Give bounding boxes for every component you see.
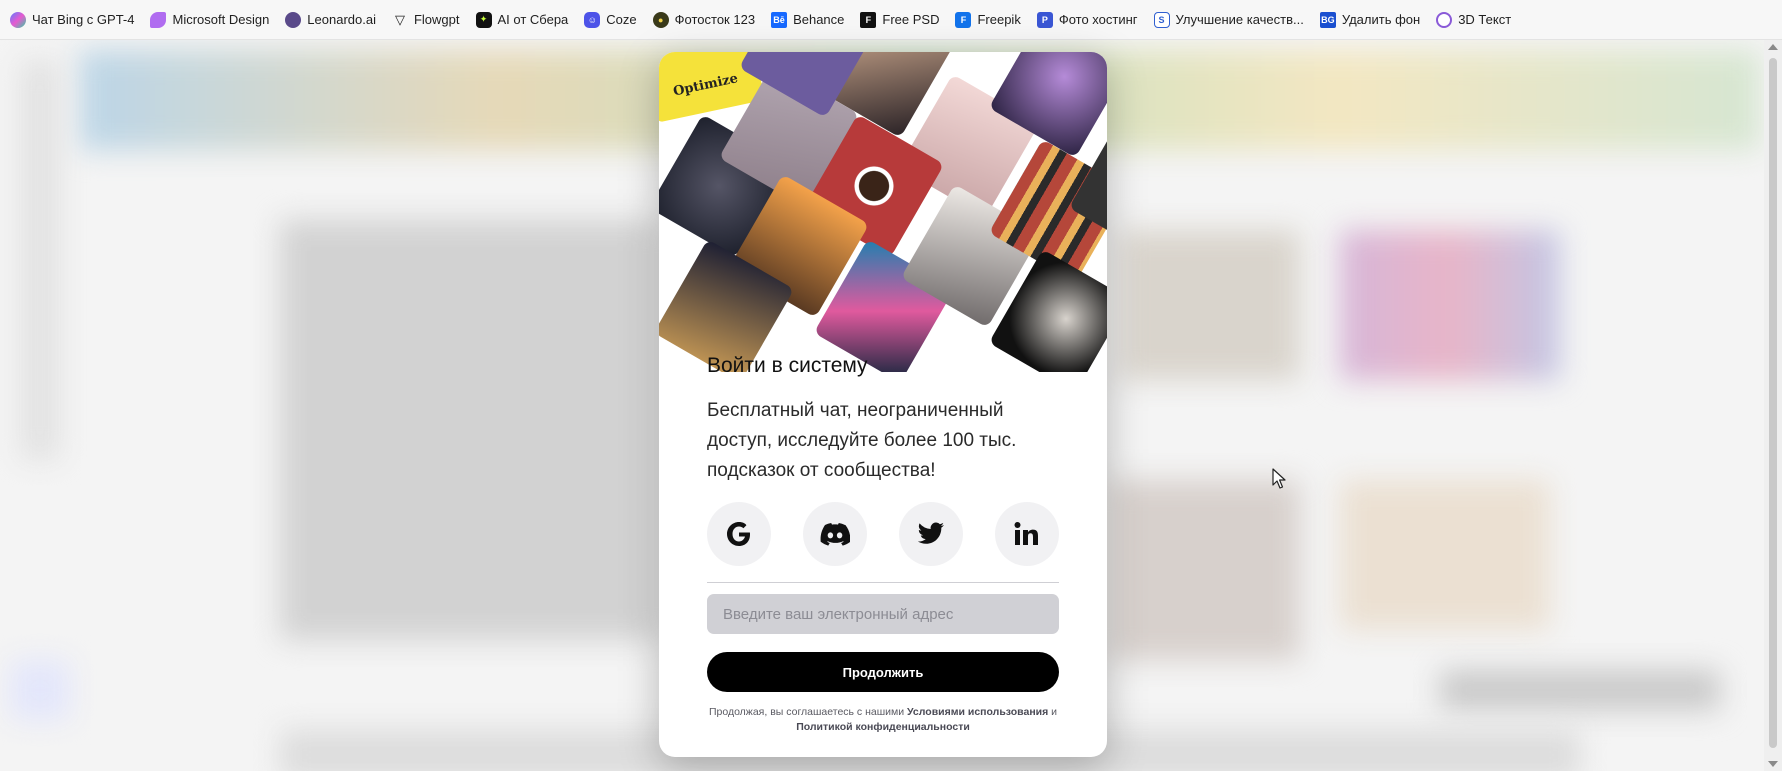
collage-badge-text: Optimize [671,71,740,100]
privacy-policy-link[interactable]: Политикой конфиденциальности [796,721,970,733]
sber-ai-icon: ✦ [475,11,492,28]
scroll-up-icon[interactable] [1768,44,1778,50]
bookmark-coze[interactable]: ☺ Coze [584,6,644,34]
google-login-button[interactable] [707,502,771,566]
bg-sidebar [20,60,60,460]
enhance-icon: S [1153,11,1170,28]
bg-card-4 [1110,480,1300,660]
coze-icon: ☺ [584,11,601,28]
bookmark-bing-chat[interactable]: Чат Bing с GPT-4 [10,6,142,34]
discord-login-button[interactable] [803,502,867,566]
bg-accent [10,660,70,720]
bookmark-photo-hosting[interactable]: P Фото хостинг [1036,6,1146,34]
bookmark-freepik[interactable]: F Freepik [955,6,1028,34]
bookmark-remove-bg[interactable]: BG Удалить фон [1319,6,1428,34]
flowgpt-icon: ▽ [394,11,405,27]
bg-card-2 [1120,230,1300,380]
bookmark-behance[interactable]: Bē Behance [771,6,852,34]
terms-of-use-link[interactable]: Условиями использования [907,706,1048,718]
discord-icon [820,523,850,546]
bg-card-3 [1340,230,1560,380]
image-collage: Optimize [659,52,1107,372]
bookmark-flowgpt[interactable]: ▽ Flowgpt [392,6,468,34]
twitter-icon [917,522,944,544]
bookmark-microsoft-design[interactable]: Microsoft Design [150,6,277,34]
mouse-cursor-icon [1272,468,1286,489]
continue-button[interactable]: Продолжить [707,652,1059,692]
linkedin-icon [1014,522,1038,545]
social-login-buttons [707,502,1059,566]
behance-icon: Bē [771,11,788,28]
microsoft-design-icon [150,11,167,28]
3d-text-icon [1436,11,1453,28]
linkedin-login-button[interactable] [995,502,1059,566]
page-scrollbar[interactable] [1764,40,1782,771]
bookmark-3d-text[interactable]: 3D Текст [1436,6,1519,34]
terms-prefix-text: Продолжая, вы соглашаетесь с нашими [708,706,905,718]
twitter-login-button[interactable] [899,502,963,566]
modal-description: Бесплатный чат, неограниченный доступ, и… [707,400,1017,481]
login-modal: Optimize Войти в систему Бесплатный чат,… [659,52,1107,757]
scroll-down-icon[interactable] [1768,761,1778,767]
freepsd-icon: F [860,11,877,28]
bookmark-sber-ai[interactable]: ✦ AI от Сбера [475,6,577,34]
terms-and-text: и [1051,706,1058,718]
bg-card-1 [280,220,660,640]
scroll-thumb[interactable] [1769,58,1777,748]
copilot-icon [10,11,26,28]
photostock-icon: ● [652,11,669,28]
divider [707,582,1059,583]
email-input[interactable] [707,594,1059,634]
bookmark-enhance-quality[interactable]: S Улучшение качеств... [1153,6,1312,34]
bookmark-photostock[interactable]: ● Фотосток 123 [652,6,763,34]
photo-hosting-icon: P [1036,11,1053,28]
bg-card-5 [1340,480,1550,630]
modal-title: Войти в систему [707,354,868,377]
bookmark-free-psd[interactable]: F Free PSD [860,6,947,34]
remove-bg-icon: BG [1319,11,1336,28]
google-icon [727,522,750,546]
terms-notice: Продолжая, вы соглашаетесь с нашими Усло… [707,705,1059,735]
bookmarks-bar: Чат Bing с GPT-4 Microsoft Design Leonar… [0,0,1782,40]
bg-button [1440,670,1720,710]
leonardo-icon [285,11,302,28]
freepik-icon: F [955,11,972,28]
bookmark-leonardo[interactable]: Leonardo.ai [285,6,384,34]
